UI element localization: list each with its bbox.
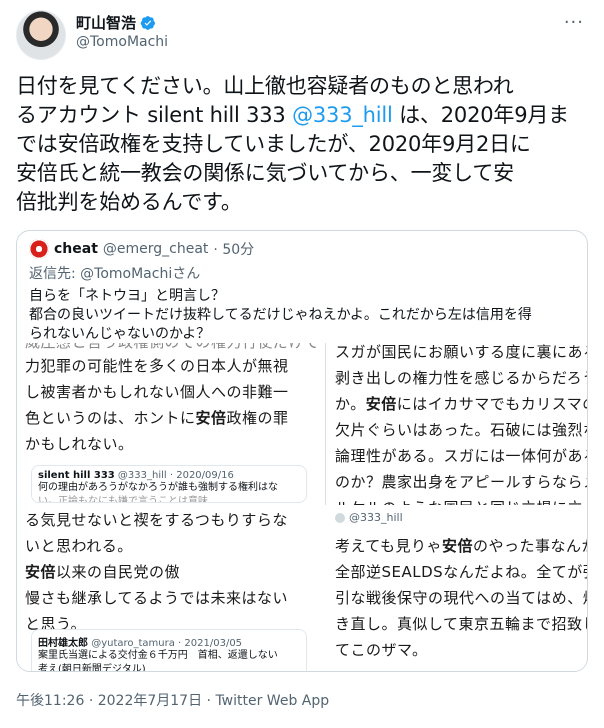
embedded-meta: @333_hill · 2020/09/16 (117, 470, 234, 481)
image-text: 力犯罪の可能性を多くの日本人が無視 (25, 357, 289, 375)
quoted-line: 都合の良いツイートだけ抜粋してるだけじゃねえかよ。これだから左は信用を得 (29, 307, 532, 323)
embedded-meta: @yutaro_tamura · 2021/03/05 (91, 638, 243, 649)
separator: · (88, 693, 98, 709)
image-text-segment: 考えても見りゃ (335, 537, 443, 555)
image-text-block: 力犯罪の可能性を多くの日本人が無視 し被害者かもしれない個人への非難一 色という… (25, 353, 315, 457)
author-name[interactable]: 町山智浩 (76, 12, 136, 33)
tweet-text-segment: は、2020年9月ま (392, 103, 569, 127)
tweet-line: 安倍氏と統一教会の関係に気づいてから、一変して安 (16, 161, 514, 185)
verified-badge-icon (140, 15, 156, 30)
embedded-tweet-card: 田村雄太郎 @yutaro_tamura · 2021/03/05 案里氏当選に… (31, 629, 307, 671)
author-handle[interactable]: @TomoMachi (76, 34, 168, 50)
tweet-time[interactable]: 午後11:26 (16, 693, 84, 709)
embedded-handle-line: @333_hill (335, 511, 403, 524)
quoted-media-grid: 威圧感と言う政権側のでの権力行使だけで権 力犯罪の可能性を多くの日本人が無視 し… (17, 343, 587, 671)
image-text-block: 考えても見りゃ安倍のやった事なんか 全部逆SEALDSなんだよね。全てが強 引な… (335, 533, 587, 663)
image-text: 安倍以来の自民党の傲 (25, 559, 315, 585)
embedded-tweet-head: 田村雄太郎 @yutaro_tamura · 2021/03/05 (38, 634, 300, 649)
image-text-segment: のやった事なんか (473, 537, 587, 555)
image-text: 全部逆SEALDSなんだよね。全てが強 (335, 563, 587, 581)
embedded-line: 考え(朝日新聞デジタル) (38, 664, 146, 671)
tweet-line: るアカウント silent hill 333 @333_hill は、2020年… (16, 101, 588, 130)
embedded-tweet-head: silent hill 333 @333_hill · 2020/09/16 (38, 470, 300, 481)
tweet-text-segment: るアカウント silent hill 333 (16, 103, 293, 127)
media-image-left[interactable]: 威圧感と言う政権側のでの権力行使だけで権 力犯罪の可能性を多くの日本人が無視 し… (17, 343, 321, 671)
image-text: かもしれない。 (25, 435, 134, 453)
tweet-line: 倍批判を始めるんです。 (16, 190, 242, 214)
image-text: いと思われる。 (25, 537, 133, 555)
quoted-line: 自らを「ネトウヨ」と明言し？ (29, 288, 225, 304)
quoted-tweet-text: 自らを「ネトウヨ」と明言し？ 都合の良いツイートだけ抜粋してるだけじゃねえかよ。… (29, 287, 577, 344)
reply-to-label: 返信先: @TomoMachiさん (29, 266, 201, 282)
image-text-segment: にはイカサマでもカリスマの (396, 395, 587, 413)
embedded-author: 田村雄太郎 (38, 638, 88, 649)
image-text: てこのザマ。 (335, 641, 428, 659)
embedded-tweet-body: 何の理由があろうがなかろうが誰も強制する権利はな い。正論もなにも嫌で言うことは… (38, 481, 300, 503)
tweet-header: 町山智浩 @TomoMachi ··· (16, 10, 588, 60)
highlight-text: 安倍 (442, 537, 474, 555)
mention-link[interactable]: @333_hill (292, 103, 393, 127)
tweet-text: 日付を見てください。山上徹也容疑者のものと思われ るアカウント silent h… (16, 72, 588, 217)
image-divider (325, 343, 326, 505)
embedded-line: 何の理由があろうがなかろうが誰も強制する権利はな (38, 482, 278, 493)
quoted-author-avatar (29, 239, 49, 259)
more-options-icon[interactable]: ··· (564, 12, 584, 33)
highlight-text: 安倍 (25, 563, 57, 581)
image-text: のか？農家出身をアピールすらならメ (335, 473, 587, 491)
highlight-text: 安倍 (195, 409, 227, 427)
image-text: き直し。真似して東京五輪まで招致し (335, 615, 587, 633)
image-text: スガが国民にお願いする度に裏にある (335, 343, 587, 361)
embedded-avatar (335, 512, 345, 523)
media-image-right-top[interactable]: スガが国民にお願いする度に裏にある 剥き出しの権力性を感じるからだろう か。安倍… (321, 343, 587, 507)
quoted-tweet-time: · 50分 (213, 242, 255, 258)
image-text: し被害者かもしれない個人への非難一 (25, 383, 289, 401)
media-image-right-bottom[interactable]: @333_hill 考えても見りゃ安倍のやった事なんか 全部逆SEALDSなんだ… (321, 507, 587, 671)
tweet-client[interactable]: Twitter Web App (215, 693, 329, 709)
embedded-tweet-body: 案里氏当選による交付金６千万円 首相、返還しない 考え(朝日新聞デジタル) (38, 649, 300, 671)
quoted-line: られないんじゃないのかよ？ (29, 326, 211, 342)
embedded-tweet-card: silent hill 333 @333_hill · 2020/09/16 何… (31, 465, 307, 503)
image-text: 色というのは、ホントに安倍政権の罪 (25, 405, 315, 431)
embedded-line: い。正論もなにも嫌で言うことは意味 (38, 496, 208, 503)
tweet-footer: 午後11:26 · 2022年7月17日 · Twitter Web App (16, 690, 329, 710)
image-text: 論理性がある。スガには一体何がある (335, 447, 587, 465)
image-text-segment: か。 (335, 395, 366, 413)
image-text: 剥き出しの権力性を感じるからだろう (335, 369, 587, 387)
image-text-segment: 政権の罪 (226, 409, 289, 427)
image-text-segment: 色というのは、ホントに (25, 409, 196, 427)
image-text: 欠片ぐらいはあった。石破には強烈な (335, 421, 587, 439)
image-text: る気見せないと禊をするつもりすらな (25, 511, 288, 529)
quoted-author-name: cheat (54, 241, 98, 257)
quoted-author-handle: @emerg_cheat (102, 241, 209, 257)
tweet-line: 日付を見てください。山上徹也容疑者のものと思われ (16, 74, 514, 98)
tweet-line: では安倍政権を支持していましたが、2020年9月2日に (16, 132, 531, 156)
image-text-block: スガが国民にお願いする度に裏にある 剥き出しの権力性を感じるからだろう か。安倍… (335, 343, 587, 505)
image-text: 引な戦後保守の現代への当てはめ、焼 (335, 589, 587, 607)
embedded-line: 案里氏当選による交付金６千万円 首相、返還しない (38, 650, 278, 661)
highlight-text: 安倍 (365, 395, 397, 413)
image-text: か。安倍にはイカサマでもカリスマの (335, 391, 587, 417)
author-avatar[interactable] (16, 10, 66, 60)
image-text-block: る気見せないと禊をするつもりすらな いと思われる。 安倍以来の自民党の傲 慢さも… (25, 507, 315, 637)
tweet-date[interactable]: 2022年7月17日 (98, 693, 202, 709)
image-text: 考えても見りゃ安倍のやった事なんか (335, 533, 587, 559)
author-name-line[interactable]: 町山智浩 (76, 12, 156, 33)
quoted-tweet[interactable]: cheat @emerg_cheat · 50分 返信先: @TomoMachi… (16, 230, 588, 672)
embedded-author: silent hill 333 (38, 470, 115, 481)
image-text-segment: 以来の自民党の傲 (56, 563, 181, 581)
image-text: 慢さも継承してるようでは未来はない (25, 589, 289, 607)
image-text: ルケルのような国民と同じ立場に立っ (335, 495, 587, 505)
quoted-tweet-header: cheat @emerg_cheat · 50分 (29, 239, 254, 259)
embedded-handle: @333_hill (349, 511, 403, 524)
